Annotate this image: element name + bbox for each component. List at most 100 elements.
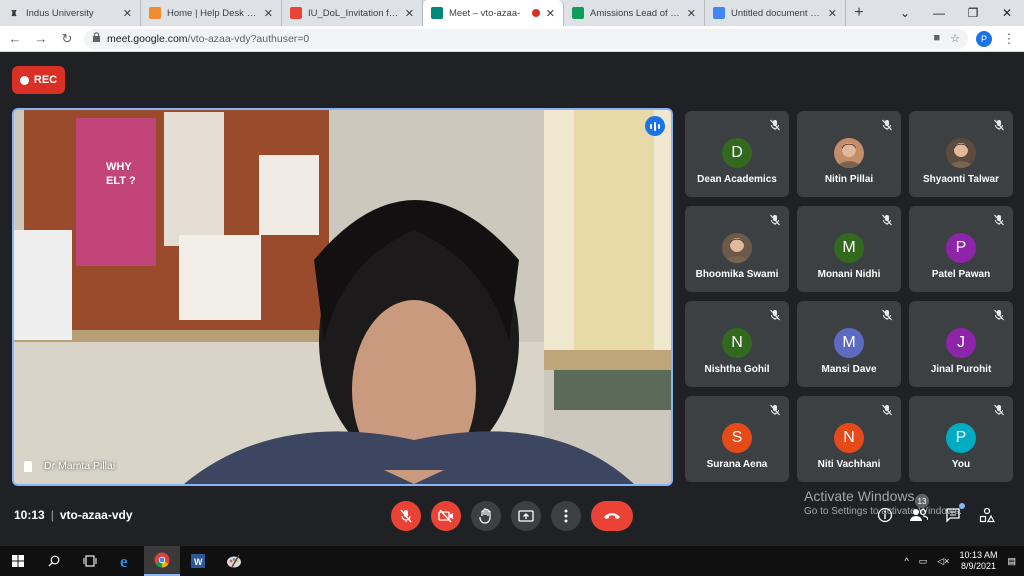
chrome-taskbar-icon[interactable] (144, 546, 180, 576)
forward-icon[interactable]: → (32, 31, 50, 46)
muted-mic-icon (994, 119, 1004, 131)
recording-badge: REC (12, 66, 65, 94)
minimize-icon[interactable]: — (922, 6, 956, 20)
chat-icon (946, 508, 960, 523)
new-tab-icon[interactable]: + (846, 0, 872, 26)
mic-off-button[interactable] (391, 501, 421, 531)
docs-icon (713, 7, 725, 19)
menu-kebab-icon[interactable]: ⋮ (1000, 31, 1018, 47)
participant-photo (834, 138, 864, 168)
participant-tile[interactable]: N Nishtha Gohil (685, 301, 789, 387)
participant-avatar: P (946, 423, 976, 453)
tab-close-icon[interactable]: ✕ (264, 7, 273, 20)
pin-icon[interactable] (24, 460, 32, 472)
participant-avatar: M (834, 328, 864, 358)
participant-tile[interactable]: P You (909, 396, 1013, 482)
profile-avatar[interactable]: P (976, 30, 992, 47)
tab-search-icon[interactable]: ⌄ (888, 6, 922, 20)
tab-label: Untitled document - G (731, 7, 822, 19)
tab-close-icon[interactable]: ✕ (405, 7, 414, 20)
participant-tile[interactable]: Nitin Pillai (797, 111, 901, 197)
info-icon (877, 507, 893, 523)
internet-explorer-icon[interactable]: e (108, 546, 144, 576)
participant-tile[interactable]: N Niti Vachhani (797, 396, 901, 482)
back-icon[interactable]: ← (6, 31, 24, 46)
taskbar-clock[interactable]: 10:13 AM 8/9/2021 (959, 550, 997, 572)
url-path: /vto-azaa-vdy?authuser=0 (187, 32, 310, 45)
speaking-indicator-icon (645, 116, 665, 136)
tab-strip: ♜ Indus University ✕ Home | Help Desk - Sy ✕… (0, 0, 1024, 26)
volume-icon[interactable]: ◁× (937, 556, 949, 567)
windows-start-icon[interactable] (0, 546, 36, 576)
window-close-icon[interactable]: ✕ (990, 6, 1024, 20)
tab-close-icon[interactable]: ✕ (123, 7, 132, 20)
browser-tab[interactable]: Meet – vto-azaa- ✕ (423, 0, 564, 26)
muted-mic-icon (994, 214, 1004, 226)
browser-tab[interactable]: Amissions Lead of MA ✕ (564, 0, 705, 26)
participant-tile[interactable]: M Monani Nidhi (797, 206, 901, 292)
bookmark-star-icon[interactable]: ☆ (950, 32, 960, 45)
restore-icon[interactable]: ❐ (956, 6, 990, 20)
muted-mic-icon (770, 119, 780, 131)
camera-off-icon (438, 509, 453, 523)
participant-tile[interactable]: Bhoomika Swami (685, 206, 789, 292)
browser-tab[interactable]: Home | Help Desk - Sy ✕ (141, 0, 282, 26)
participant-tile[interactable]: P Patel Pawan (909, 206, 1013, 292)
participant-name: Dean Academics (697, 174, 777, 185)
present-screen-button[interactable] (511, 501, 541, 531)
recording-dot-icon (19, 75, 29, 85)
tab-label: Amissions Lead of MA (590, 7, 681, 19)
meeting-details-button[interactable] (875, 505, 895, 525)
svg-text:W: W (194, 557, 203, 567)
people-button[interactable]: 13 (909, 494, 929, 525)
tab-close-icon[interactable]: ✕ (828, 7, 837, 20)
browser-tab[interactable]: ♜ Indus University ✕ (0, 0, 141, 26)
task-view-icon[interactable] (72, 546, 108, 576)
chat-button[interactable] (943, 503, 965, 525)
main-speaker-video[interactable]: WHY ELT ? Dr Mamta Pillai (12, 108, 673, 486)
leave-call-button[interactable] (591, 501, 633, 531)
tab-close-icon[interactable]: ✕ (546, 7, 555, 20)
browser-tab[interactable]: IU_DoL_Invitation for (✕ (282, 0, 423, 26)
activities-button[interactable] (977, 505, 997, 525)
notification-center-icon[interactable]: ▤ (1007, 556, 1016, 567)
participant-photo (946, 138, 976, 168)
paint-icon[interactable] (216, 546, 252, 576)
main-speaker-label: Dr Mamta Pillai (24, 460, 115, 472)
participant-tile[interactable]: D Dean Academics (685, 111, 789, 197)
camera-off-button[interactable] (431, 501, 461, 531)
camera-indicator-icon[interactable]: ■ (933, 32, 940, 45)
address-bar[interactable]: meet.google.com/vto-azaa-vdy?authuser=0 … (84, 28, 968, 49)
word-icon[interactable]: W (180, 546, 216, 576)
network-icon[interactable]: ▭ (919, 556, 928, 567)
taskbar-search-icon[interactable] (36, 546, 72, 576)
lock-icon (92, 32, 101, 45)
tab-recording-icon (531, 9, 540, 17)
browser-toolbar: ← → ↻ meet.google.com/vto-azaa-vdy?authu… (0, 26, 1024, 52)
participant-tile[interactable]: J Jinal Purohit (909, 301, 1013, 387)
recording-label: REC (33, 74, 58, 86)
tab-label: Meet – vto-azaa- (449, 7, 521, 19)
meeting-code[interactable]: vto-azaa-vdy (60, 508, 133, 522)
participant-tile[interactable]: Shyaonti Talwar (909, 111, 1013, 197)
activities-shapes-icon (979, 507, 995, 523)
tab-label: Indus University (26, 7, 94, 19)
more-options-button[interactable] (551, 501, 581, 531)
participant-tile[interactable]: M Mansi Dave (797, 301, 901, 387)
raise-hand-button[interactable] (471, 501, 501, 531)
people-count-badge: 13 (915, 494, 929, 508)
muted-mic-icon (882, 404, 892, 416)
participant-avatar: N (722, 328, 752, 358)
participant-tile[interactable]: S Surana Aena (685, 396, 789, 482)
participant-name: Nishtha Gohil (704, 364, 770, 375)
end-call-icon (604, 513, 620, 519)
tab-close-icon[interactable]: ✕ (687, 7, 696, 20)
window-controls: ⌄ — ❐ ✕ (888, 0, 1024, 26)
browser-tab[interactable]: Untitled document - G ✕ (705, 0, 846, 26)
reload-icon[interactable]: ↻ (58, 31, 76, 47)
tray-chevron-icon[interactable]: ^ (905, 556, 909, 566)
main-speaker-name: Dr Mamta Pillai (44, 460, 116, 472)
participant-name: Surana Aena (706, 459, 768, 470)
participant-name: Monani Nidhi (817, 269, 881, 280)
mic-off-icon (400, 509, 412, 523)
